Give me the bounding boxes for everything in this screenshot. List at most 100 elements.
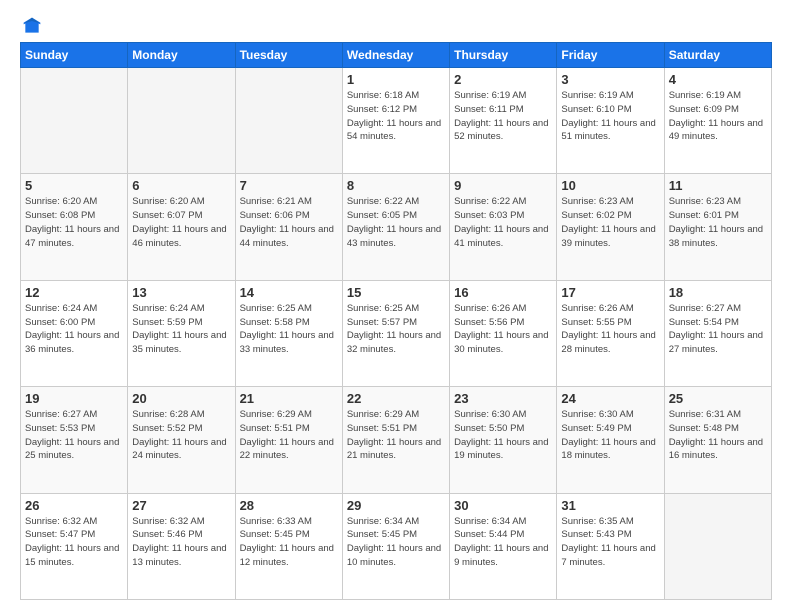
day-info: Sunrise: 6:18 AM Sunset: 6:12 PM Dayligh…: [347, 89, 445, 144]
calendar-cell: [21, 68, 128, 174]
day-number: 12: [25, 285, 123, 300]
calendar-cell: 7Sunrise: 6:21 AM Sunset: 6:06 PM Daylig…: [235, 174, 342, 280]
calendar-cell: 29 Sunrise: 6:34 AM Sunset: 5:45 PM Dayli…: [342, 493, 449, 599]
calendar-cell: 31 Sunrise: 6:35 AM Sunset: 5:43 PM Dayli…: [557, 493, 664, 599]
day-number: 8: [347, 178, 445, 193]
day-number: 11: [669, 178, 767, 193]
header-tuesday: Tuesday: [235, 43, 342, 68]
day-info: Sunrise: 6:29 AM Sunset: 5:51 PM Dayligh…: [240, 408, 338, 463]
day-number: 14: [240, 285, 338, 300]
calendar-cell: 1 Sunrise: 6:18 AM Sunset: 6:12 PM Daylig…: [342, 68, 449, 174]
calendar-table: Sunday Monday Tuesday Wednesday Thursday…: [20, 42, 772, 600]
day-info: Sunrise: 6:32 AM Sunset: 5:47 PM Dayligh…: [25, 515, 123, 570]
day-number: 10: [561, 178, 659, 193]
calendar-cell: 5 Sunrise: 6:20 AM Sunset: 6:08 PM Daylig…: [21, 174, 128, 280]
calendar-cell: 12 Sunrise: 6:24 AM Sunset: 6:00 PM Dayli…: [21, 280, 128, 386]
day-info: Sunrise: 6:27 AM Sunset: 5:53 PM Dayligh…: [25, 408, 123, 463]
day-number: 28: [240, 498, 338, 513]
day-number: 3: [561, 72, 659, 87]
day-number: 7: [240, 178, 338, 193]
day-info: Sunrise: 6:24 AM Sunset: 5:59 PM Dayligh…: [132, 302, 230, 357]
calendar-header-row: Sunday Monday Tuesday Wednesday Thursday…: [21, 43, 772, 68]
calendar-cell: 20Sunrise: 6:28 AM Sunset: 5:52 PM Dayli…: [128, 387, 235, 493]
calendar-cell: 13 Sunrise: 6:24 AM Sunset: 5:59 PM Dayli…: [128, 280, 235, 386]
calendar-cell: 22 Sunrise: 6:29 AM Sunset: 5:51 PM Dayli…: [342, 387, 449, 493]
day-info: Sunrise: 6:25 AM Sunset: 5:57 PM Dayligh…: [347, 302, 445, 357]
day-number: 4: [669, 72, 767, 87]
calendar-week-row: 12 Sunrise: 6:24 AM Sunset: 6:00 PM Dayli…: [21, 280, 772, 386]
day-number: 22: [347, 391, 445, 406]
day-number: 24: [561, 391, 659, 406]
header-wednesday: Wednesday: [342, 43, 449, 68]
calendar-cell: 14 Sunrise: 6:25 AM Sunset: 5:58 PM Dayli…: [235, 280, 342, 386]
header-sunday: Sunday: [21, 43, 128, 68]
day-number: 6: [132, 178, 230, 193]
day-info: Sunrise: 6:30 AM Sunset: 5:50 PM Dayligh…: [454, 408, 552, 463]
calendar-week-row: 19 Sunrise: 6:27 AM Sunset: 5:53 PM Dayli…: [21, 387, 772, 493]
calendar-cell: 23 Sunrise: 6:30 AM Sunset: 5:50 PM Dayli…: [450, 387, 557, 493]
day-number: 23: [454, 391, 552, 406]
calendar-cell: 28Sunrise: 6:33 AM Sunset: 5:45 PM Dayli…: [235, 493, 342, 599]
day-number: 19: [25, 391, 123, 406]
day-info: Sunrise: 6:22 AM Sunset: 6:03 PM Dayligh…: [454, 195, 552, 250]
day-number: 5: [25, 178, 123, 193]
calendar-cell: 6 Sunrise: 6:20 AM Sunset: 6:07 PM Daylig…: [128, 174, 235, 280]
page: Sunday Monday Tuesday Wednesday Thursday…: [0, 0, 792, 612]
day-number: 17: [561, 285, 659, 300]
calendar-cell: [235, 68, 342, 174]
day-info: Sunrise: 6:20 AM Sunset: 6:08 PM Dayligh…: [25, 195, 123, 250]
day-number: 27: [132, 498, 230, 513]
day-info: Sunrise: 6:20 AM Sunset: 6:07 PM Dayligh…: [132, 195, 230, 250]
calendar-cell: 11 Sunrise: 6:23 AM Sunset: 6:01 PM Dayli…: [664, 174, 771, 280]
day-number: 16: [454, 285, 552, 300]
header-friday: Friday: [557, 43, 664, 68]
day-info: Sunrise: 6:23 AM Sunset: 6:01 PM Dayligh…: [669, 195, 767, 250]
day-info: Sunrise: 6:29 AM Sunset: 5:51 PM Dayligh…: [347, 408, 445, 463]
calendar-cell: 27 Sunrise: 6:32 AM Sunset: 5:46 PM Dayli…: [128, 493, 235, 599]
day-info: Sunrise: 6:24 AM Sunset: 6:00 PM Dayligh…: [25, 302, 123, 357]
calendar-cell: 16Sunrise: 6:26 AM Sunset: 5:56 PM Dayli…: [450, 280, 557, 386]
calendar-cell: 26Sunrise: 6:32 AM Sunset: 5:47 PM Dayli…: [21, 493, 128, 599]
calendar-cell: 9 Sunrise: 6:22 AM Sunset: 6:03 PM Daylig…: [450, 174, 557, 280]
day-info: Sunrise: 6:34 AM Sunset: 5:45 PM Dayligh…: [347, 515, 445, 570]
day-number: 31: [561, 498, 659, 513]
day-info: Sunrise: 6:34 AM Sunset: 5:44 PM Dayligh…: [454, 515, 552, 570]
day-info: Sunrise: 6:19 AM Sunset: 6:09 PM Dayligh…: [669, 89, 767, 144]
day-number: 29: [347, 498, 445, 513]
header-monday: Monday: [128, 43, 235, 68]
logo-icon: [22, 16, 42, 36]
day-info: Sunrise: 6:19 AM Sunset: 6:10 PM Dayligh…: [561, 89, 659, 144]
calendar-cell: 4 Sunrise: 6:19 AM Sunset: 6:09 PM Daylig…: [664, 68, 771, 174]
calendar-cell: [128, 68, 235, 174]
logo: [20, 16, 42, 32]
day-info: Sunrise: 6:22 AM Sunset: 6:05 PM Dayligh…: [347, 195, 445, 250]
day-number: 30: [454, 498, 552, 513]
day-number: 1: [347, 72, 445, 87]
day-number: 2: [454, 72, 552, 87]
header-thursday: Thursday: [450, 43, 557, 68]
day-number: 9: [454, 178, 552, 193]
calendar-cell: 24 Sunrise: 6:30 AM Sunset: 5:49 PM Dayli…: [557, 387, 664, 493]
calendar-cell: 8 Sunrise: 6:22 AM Sunset: 6:05 PM Daylig…: [342, 174, 449, 280]
day-info: Sunrise: 6:26 AM Sunset: 5:55 PM Dayligh…: [561, 302, 659, 357]
calendar-cell: 19 Sunrise: 6:27 AM Sunset: 5:53 PM Dayli…: [21, 387, 128, 493]
day-info: Sunrise: 6:27 AM Sunset: 5:54 PM Dayligh…: [669, 302, 767, 357]
calendar-cell: 18Sunrise: 6:27 AM Sunset: 5:54 PM Dayli…: [664, 280, 771, 386]
header: [20, 16, 772, 32]
day-info: Sunrise: 6:19 AM Sunset: 6:11 PM Dayligh…: [454, 89, 552, 144]
day-info: Sunrise: 6:31 AM Sunset: 5:48 PM Dayligh…: [669, 408, 767, 463]
calendar-cell: 21Sunrise: 6:29 AM Sunset: 5:51 PM Dayli…: [235, 387, 342, 493]
day-number: 20: [132, 391, 230, 406]
day-info: Sunrise: 6:25 AM Sunset: 5:58 PM Dayligh…: [240, 302, 338, 357]
day-info: Sunrise: 6:32 AM Sunset: 5:46 PM Dayligh…: [132, 515, 230, 570]
day-number: 25: [669, 391, 767, 406]
calendar-cell: 15Sunrise: 6:25 AM Sunset: 5:57 PM Dayli…: [342, 280, 449, 386]
calendar-cell: 30 Sunrise: 6:34 AM Sunset: 5:44 PM Dayli…: [450, 493, 557, 599]
day-info: Sunrise: 6:30 AM Sunset: 5:49 PM Dayligh…: [561, 408, 659, 463]
day-info: Sunrise: 6:35 AM Sunset: 5:43 PM Dayligh…: [561, 515, 659, 570]
calendar-week-row: 5 Sunrise: 6:20 AM Sunset: 6:08 PM Daylig…: [21, 174, 772, 280]
header-saturday: Saturday: [664, 43, 771, 68]
calendar-cell: 17 Sunrise: 6:26 AM Sunset: 5:55 PM Dayli…: [557, 280, 664, 386]
calendar-cell: 3 Sunrise: 6:19 AM Sunset: 6:10 PM Daylig…: [557, 68, 664, 174]
day-number: 13: [132, 285, 230, 300]
